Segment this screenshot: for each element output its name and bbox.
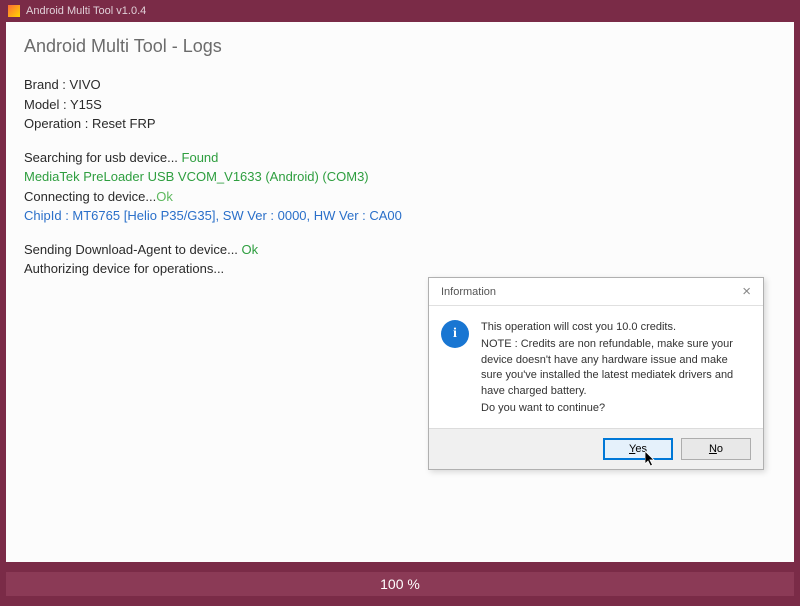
log-operation: Operation : Reset FRP — [24, 114, 776, 134]
log-block-device-info: Brand : VIVO Model : Y15S Operation : Re… — [24, 75, 776, 134]
dialog-line-confirm: Do you want to continue? — [481, 401, 751, 416]
yes-button[interactable]: Yes — [603, 438, 673, 460]
dialog-line-note: NOTE : Credits are non refundable, make … — [481, 337, 751, 399]
log-device-name: MediaTek PreLoader USB VCOM_V1633 (Andro… — [24, 167, 776, 187]
log-model: Model : Y15S — [24, 95, 776, 115]
dialog-body: i This operation will cost you 10.0 cred… — [429, 306, 763, 428]
log-authorizing: Authorizing device for operations... — [24, 259, 776, 279]
log-searching: Searching for usb device... Found — [24, 148, 776, 168]
log-connecting: Connecting to device...Ok — [24, 187, 776, 207]
information-dialog: Information × i This operation will cost… — [428, 277, 764, 470]
dialog-titlebar[interactable]: Information × — [429, 278, 763, 306]
progress-bar: 100 % — [6, 572, 794, 596]
dialog-footer: Yes No — [429, 428, 763, 469]
window-titlebar: Android Multi Tool v1.0.4 — [0, 0, 800, 22]
dialog-message: This operation will cost you 10.0 credit… — [481, 320, 751, 418]
dialog-title: Information — [441, 286, 496, 298]
log-sending: Sending Download-Agent to device... Ok — [24, 240, 776, 260]
page-title: Android Multi Tool - Logs — [24, 36, 776, 57]
dialog-line-cost: This operation will cost you 10.0 credit… — [481, 320, 751, 335]
log-block-operation: Sending Download-Agent to device... Ok A… — [24, 240, 776, 279]
cursor-icon — [645, 451, 659, 469]
log-chipid: ChipId : MT6765 [Helio P35/G35], SW Ver … — [24, 206, 776, 226]
window-title: Android Multi Tool v1.0.4 — [26, 5, 146, 17]
close-icon[interactable]: × — [738, 283, 755, 300]
log-brand: Brand : VIVO — [24, 75, 776, 95]
progress-container: 100 % — [6, 572, 794, 596]
info-icon: i — [441, 320, 469, 348]
no-button[interactable]: No — [681, 438, 751, 460]
progress-text: 100 % — [380, 576, 420, 592]
app-icon — [8, 5, 20, 17]
content-area: Android Multi Tool - Logs Brand : VIVO M… — [6, 22, 794, 562]
log-block-connection: Searching for usb device... Found MediaT… — [24, 148, 776, 226]
